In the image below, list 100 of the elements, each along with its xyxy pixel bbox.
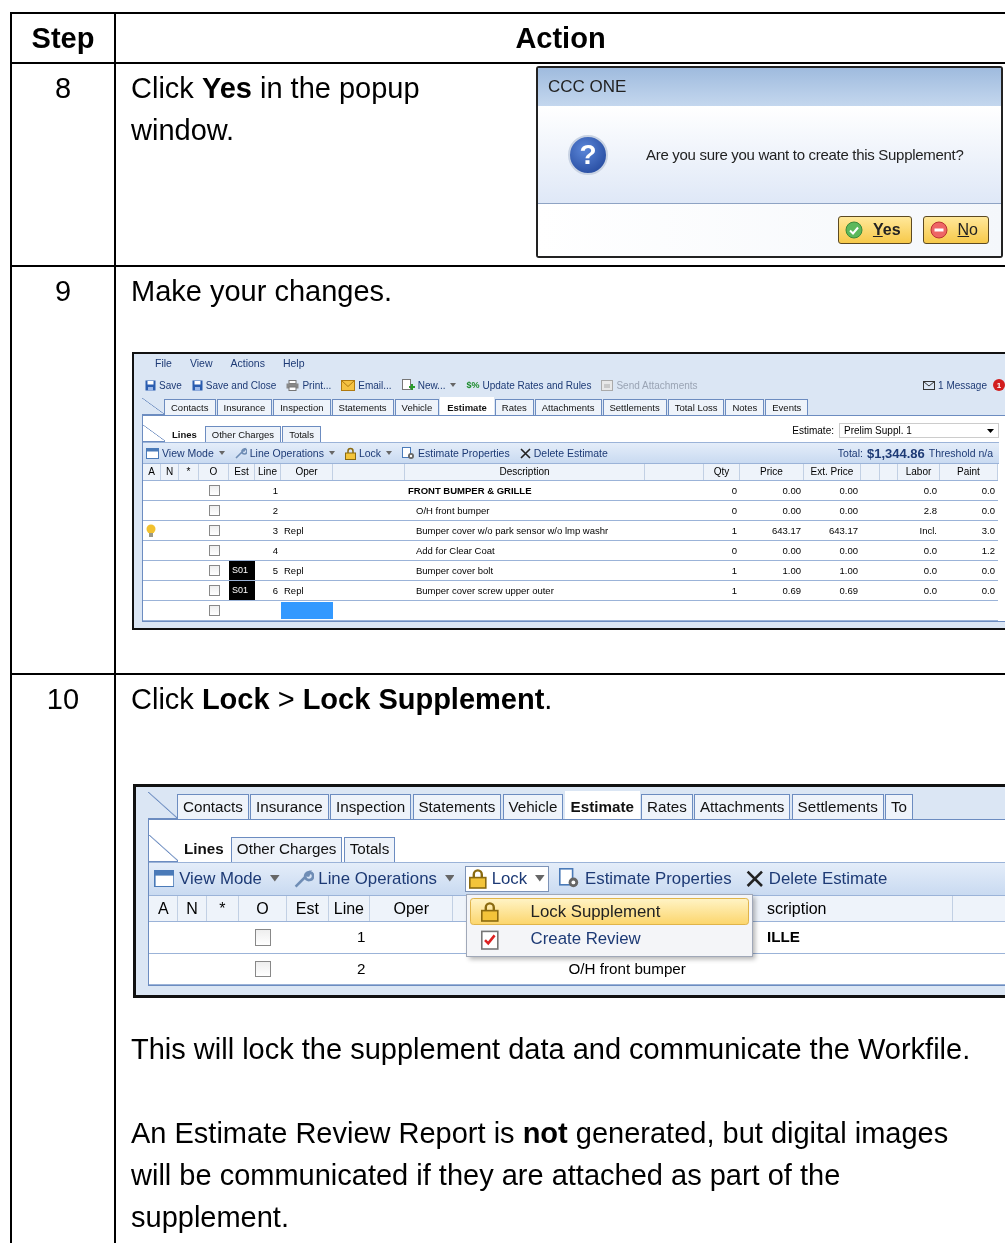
table-cell-text: 0.00: [838, 544, 859, 558]
table-cell-text: 0.0: [980, 484, 996, 498]
tab[interactable]: Other Charges: [231, 836, 343, 862]
table-cell-text: 0: [730, 544, 738, 558]
printer-icon: [286, 379, 300, 391]
table-row[interactable]: S01 6 Repl Bumper cover screw upper outer 1 0.69 0.69 0.0 0.0: [143, 581, 998, 601]
table-row[interactable]: 3 Repl Bumper cover w/o park sensor w/o lmp washr 1 643.17 643.17 Incl. 3.0: [143, 521, 998, 541]
table-cell-text: 0: [730, 504, 738, 518]
tab[interactable]: Statements: [412, 794, 502, 819]
dialog-title: CCC ONE: [548, 77, 627, 97]
toolbar-button[interactable]: Estimate Properties: [555, 865, 736, 892]
estimate-dropdown[interactable]: Prelim Suppl. 1: [839, 423, 999, 438]
document-gear-icon: [402, 446, 416, 460]
table-cell-text: 1.00: [838, 564, 859, 578]
checkbox[interactable]: [208, 605, 220, 616]
table-row[interactable]: [143, 601, 998, 621]
table-cell-text: 1.2: [980, 544, 996, 558]
toolbar-button[interactable]: Line Operations: [290, 866, 459, 892]
toolbar-button[interactable]: Save and Close: [189, 379, 279, 391]
toolbar-button[interactable]: Print...: [284, 379, 334, 391]
yes-button[interactable]: Yes: [837, 216, 912, 244]
tab[interactable]: Totals: [282, 426, 321, 442]
table-cell-text: Bumper cover w/o park sensor w/o lmp washr: [415, 524, 610, 538]
table-cell-text: 0.00: [781, 484, 802, 498]
tab[interactable]: Statements: [331, 399, 394, 415]
menu-item[interactable]: View: [189, 357, 213, 373]
toolbar-button[interactable]: Lock: [341, 444, 396, 462]
caret-icon: [535, 875, 545, 882]
no-button[interactable]: No: [922, 216, 989, 244]
toolbar-button[interactable]: Email...: [339, 379, 394, 391]
tab[interactable]: Attachments: [534, 399, 602, 415]
tab[interactable]: Vehicle: [394, 399, 440, 415]
tab[interactable]: To: [885, 794, 913, 819]
menu-item[interactable]: Help: [282, 357, 305, 373]
menu-item[interactable]: Create Review: [470, 925, 749, 953]
new-document-icon: [401, 379, 415, 391]
caret-icon: [269, 875, 280, 882]
total-amount: $1,344.86: [866, 445, 925, 461]
tab[interactable]: Settlements: [791, 794, 884, 819]
tab[interactable]: Rates: [494, 399, 534, 415]
selected-cell[interactable]: [281, 602, 333, 619]
note-text: This will lock the supplement data and communicate the Workfile.: [131, 1032, 972, 1068]
toolbar-button[interactable]: Delete Estimate: [742, 866, 892, 892]
toolbar-button[interactable]: Line Operations: [231, 445, 338, 461]
step-number: 8: [54, 71, 72, 106]
tab[interactable]: Totals: [343, 836, 396, 862]
toolbar-button[interactable]: View Mode: [149, 866, 284, 892]
threshold-label: Threshold n/a: [928, 447, 994, 459]
toolbar-button[interactable]: $% Update Rates and Rules: [464, 379, 594, 391]
checkbox[interactable]: [208, 485, 220, 496]
padlock-icon: [480, 901, 499, 922]
checkbox[interactable]: [208, 525, 220, 536]
toolbar-button[interactable]: New...: [399, 379, 459, 391]
table-cell-text: 1: [730, 564, 738, 578]
notification-badge: 1: [993, 379, 1005, 391]
checkbox[interactable]: [208, 565, 220, 576]
toolbar-button[interactable]: Delete Estimate: [516, 445, 611, 461]
save-icon: [145, 379, 156, 391]
column-header: Step: [31, 21, 95, 55]
menu-item[interactable]: Actions: [230, 357, 265, 373]
envelope-icon: [341, 379, 356, 391]
table-cell-text: Bumper cover bolt: [415, 564, 495, 578]
tab[interactable]: Notes: [725, 399, 765, 415]
tab[interactable]: Estimate: [564, 790, 640, 819]
tab[interactable]: Rates: [641, 794, 693, 819]
checkbox[interactable]: [254, 929, 272, 946]
tab[interactable]: Other Charges: [204, 426, 282, 442]
checkbox[interactable]: [254, 960, 272, 977]
messages-link[interactable]: 1 Message: [923, 379, 987, 391]
column-header: scription: [762, 895, 953, 922]
tab[interactable]: Inspection: [273, 399, 331, 415]
note-text: An Estimate Review Report is not generated, but digital images will be communicated if they are attached as part of the supplement.: [131, 1116, 950, 1236]
table-cell-text: 0.0: [922, 484, 938, 498]
wrench-icon: [294, 869, 314, 889]
column-header: Labor: [898, 464, 940, 480]
tab[interactable]: Vehicle: [502, 794, 564, 819]
table-row[interactable]: S01 5 Repl Bumper cover bolt 1 1.00 1.00 0.0 0.0: [143, 561, 998, 581]
checkbox[interactable]: [208, 585, 220, 596]
toolbar-button[interactable]: Estimate Properties: [399, 444, 513, 462]
tab[interactable]: Inspection: [330, 794, 412, 819]
toolbar-button[interactable]: Save: [143, 379, 184, 391]
tab[interactable]: Contacts: [177, 794, 249, 819]
tab[interactable]: Estimate: [440, 397, 494, 415]
tab[interactable]: Settlements: [602, 399, 667, 415]
table-cell-text: Incl.: [918, 524, 938, 538]
menu-item[interactable]: File: [155, 357, 172, 373]
column-header: Est: [287, 895, 329, 922]
padlock-icon: [344, 446, 356, 460]
tab[interactable]: Contacts: [164, 399, 216, 415]
table-cell-text: O/H front bumper: [415, 504, 491, 518]
toolbar-button[interactable]: Lock: [465, 865, 549, 892]
tab[interactable]: Events: [765, 399, 809, 415]
checkbox[interactable]: [208, 545, 220, 556]
tab[interactable]: Insurance: [250, 794, 329, 819]
tab[interactable]: Attachments: [694, 794, 791, 819]
toolbar-button[interactable]: View Mode: [143, 445, 228, 461]
tab[interactable]: Total Loss: [667, 399, 725, 415]
menu-item[interactable]: Lock Supplement: [470, 897, 749, 926]
checkbox[interactable]: [208, 505, 220, 516]
tab[interactable]: Insurance: [216, 399, 273, 415]
